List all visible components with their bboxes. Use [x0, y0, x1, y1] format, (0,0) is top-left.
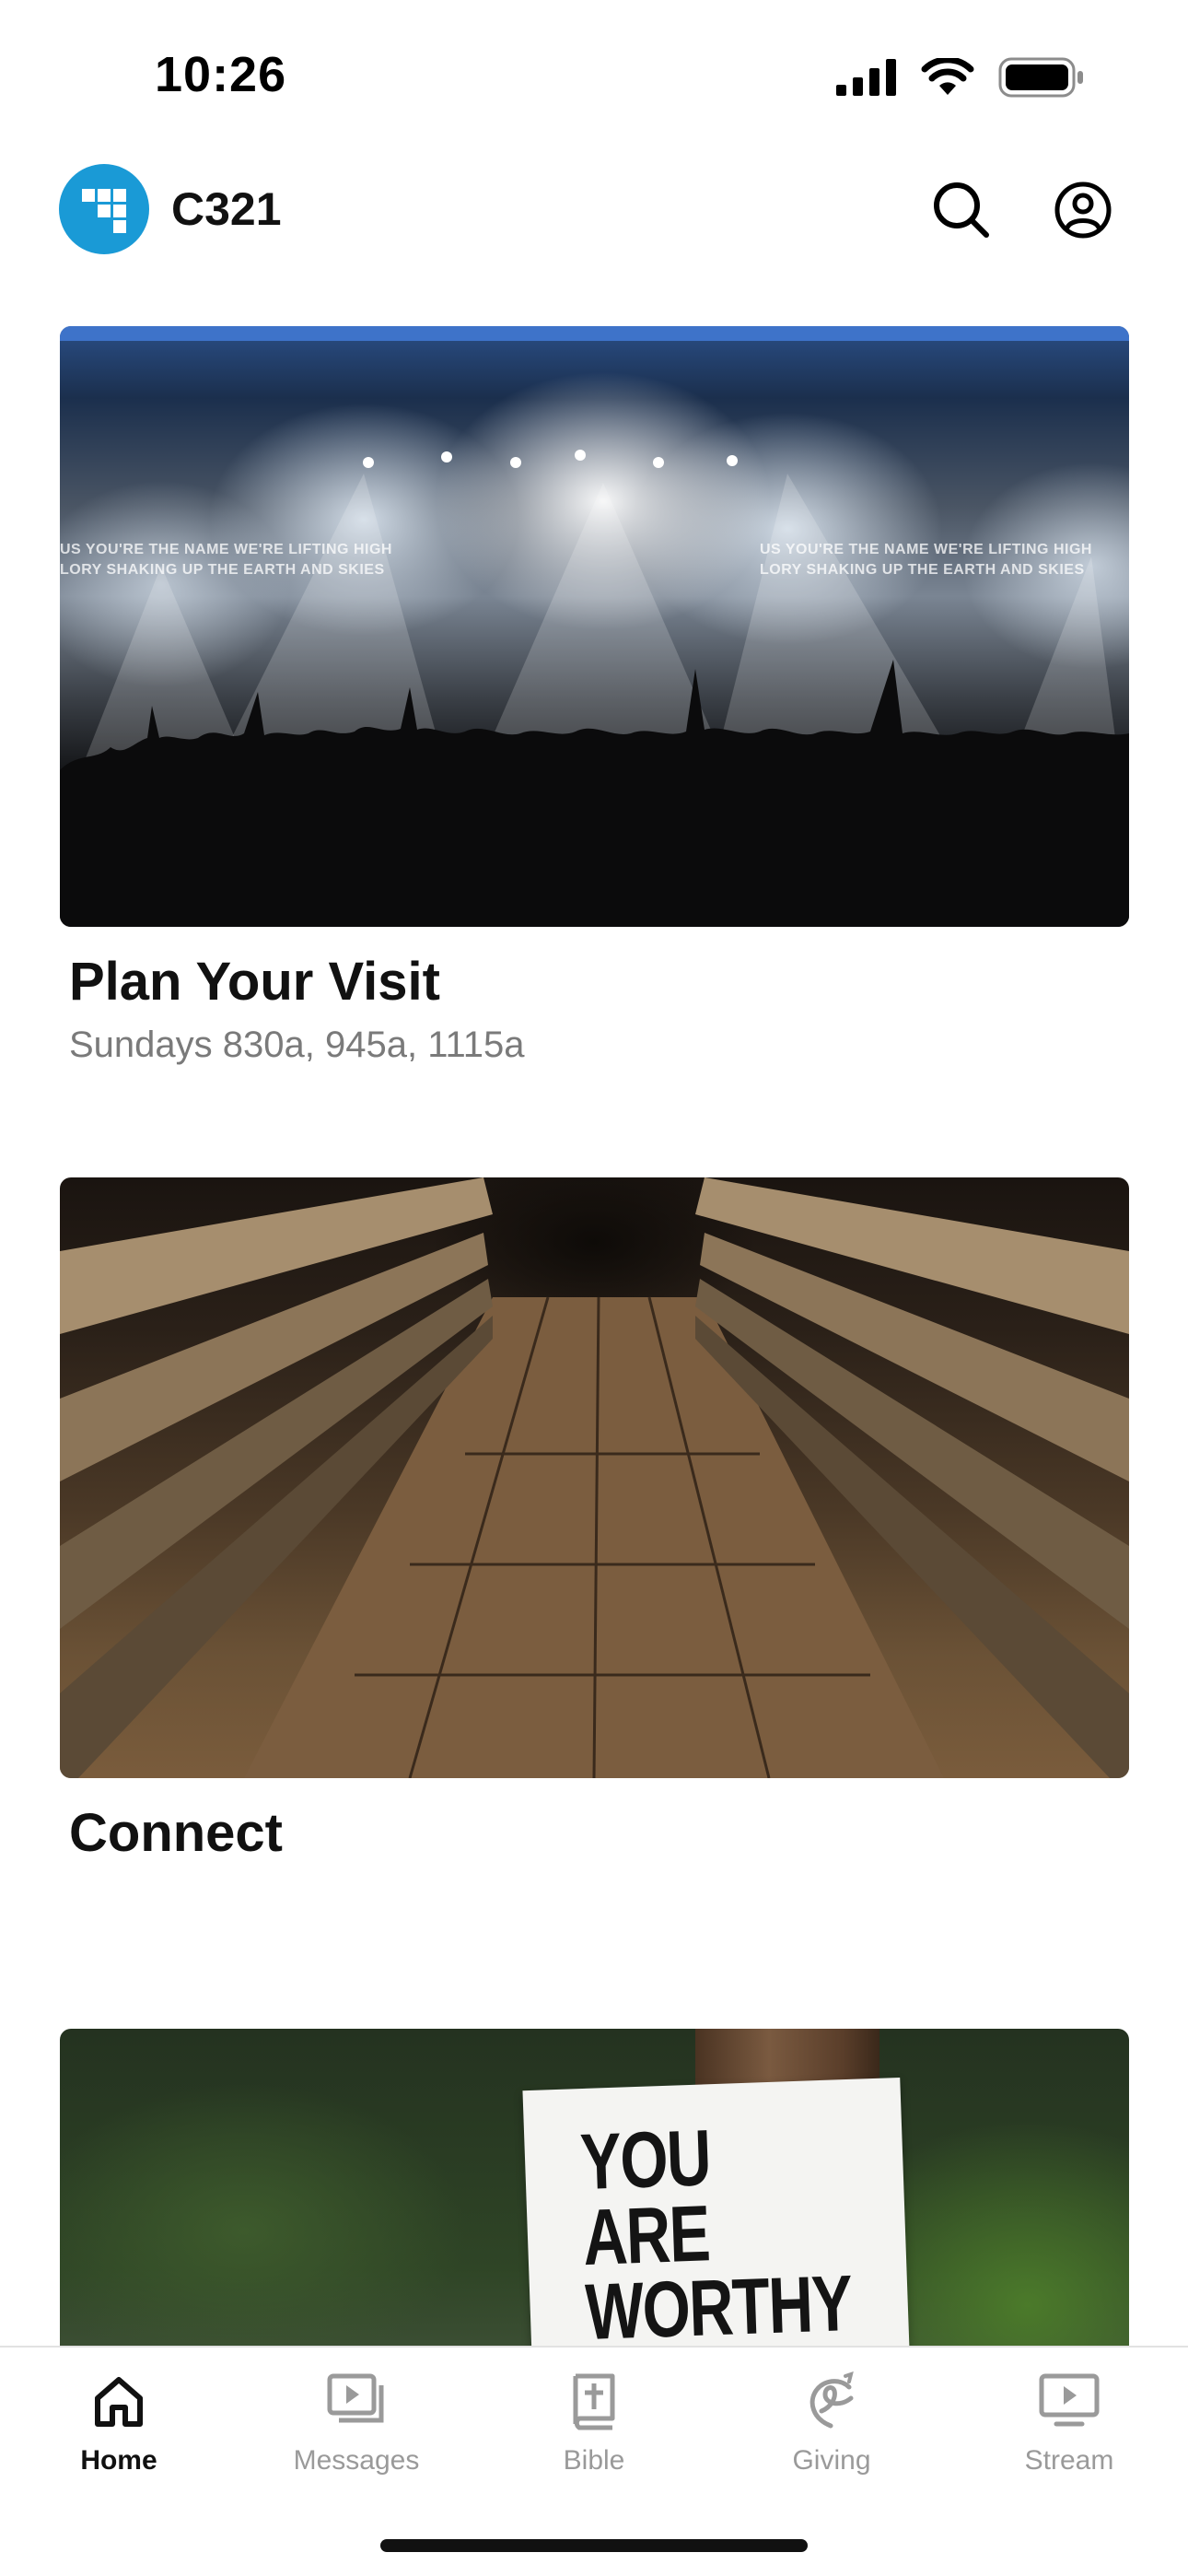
crowd-silhouette	[60, 660, 1129, 927]
tab-messages[interactable]: Messages	[238, 2368, 475, 2476]
battery-icon	[998, 57, 1083, 98]
home-icon	[86, 2368, 152, 2434]
app-screen: 10:26 C321 US YOU'RE THE NAME WE'RE LIFT…	[0, 0, 1188, 2576]
tab-stream[interactable]: Stream	[950, 2368, 1188, 2476]
lyrics-line: LORY SHAKING UP THE EARTH AND SKIES	[760, 561, 1085, 578]
tab-label: Messages	[293, 2445, 420, 2476]
card-subtitle: Sundays 830a, 945a, 1115a	[69, 1024, 525, 1065]
giving-icon	[798, 2368, 865, 2434]
search-button[interactable]	[923, 171, 1000, 249]
card-title: Connect	[69, 1803, 283, 1863]
church-logo[interactable]	[59, 164, 149, 254]
cellular-signal-icon	[836, 59, 896, 96]
profile-button[interactable]	[1044, 171, 1122, 249]
tab-bible[interactable]: Bible	[475, 2368, 713, 2476]
user-profile-icon	[1054, 181, 1112, 239]
wifi-icon	[921, 58, 974, 95]
tab-label: Giving	[792, 2445, 871, 2476]
lyrics-line: US YOU'RE THE NAME WE'RE LIFTING HIGH	[60, 542, 392, 557]
app-header: C321	[0, 157, 1188, 313]
tab-label: Home	[80, 2445, 157, 2476]
bridge-image	[60, 1177, 1129, 1778]
bible-icon	[561, 2368, 627, 2434]
status-time: 10:26	[155, 47, 287, 102]
screen-lyrics-right: US YOU'RE THE NAME WE'RE LIFTING HIGH LO…	[760, 540, 1092, 580]
status-bar: 10:26	[0, 0, 1188, 157]
video-library-icon	[323, 2368, 390, 2434]
tab-home[interactable]: Home	[0, 2368, 238, 2476]
lyrics-line: US YOU'RE THE NAME WE'RE LIFTING HIGH	[760, 542, 1092, 557]
feed-card-plan-your-visit[interactable]: US YOU'RE THE NAME WE'RE LIFTING HIGH LO…	[60, 326, 1129, 1067]
status-icons	[836, 57, 1085, 98]
bridge-drawing	[60, 1177, 1129, 1778]
concert-image: US YOU'RE THE NAME WE'RE LIFTING HIGH LO…	[60, 326, 1129, 927]
screen-lyrics-left: US YOU'RE THE NAME WE'RE LIFTING HIGH LO…	[60, 540, 392, 580]
app-title: C321	[171, 183, 282, 235]
tab-label: Bible	[563, 2445, 625, 2476]
tab-label: Stream	[1024, 2445, 1114, 2476]
tv-play-icon	[1036, 2368, 1102, 2434]
logo-mark-icon	[82, 189, 126, 233]
card-title: Plan Your Visit	[69, 952, 440, 1012]
search-icon	[934, 182, 989, 238]
lyrics-line: LORY SHAKING UP THE EARTH AND SKIES	[60, 561, 385, 578]
tab-giving[interactable]: Giving	[713, 2368, 950, 2476]
home-indicator[interactable]	[380, 2539, 808, 2552]
feed-card-connect[interactable]: Connect	[60, 1177, 1129, 1863]
